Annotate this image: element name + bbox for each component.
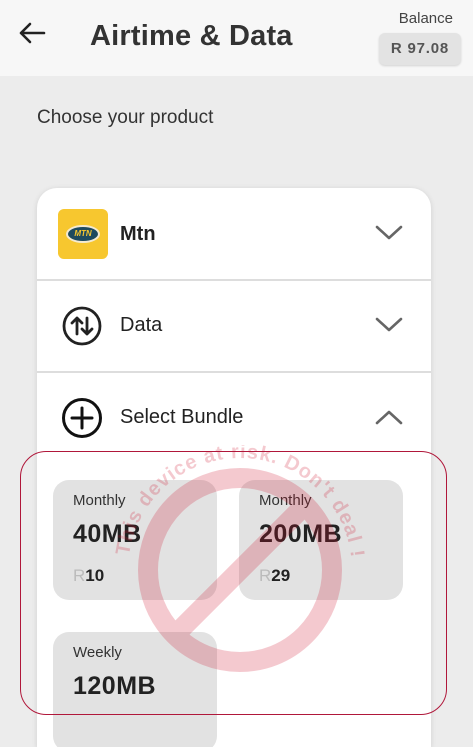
bundle-price: R10 bbox=[73, 566, 104, 586]
bundle-size: 200MB bbox=[259, 520, 343, 548]
network-label: Mtn bbox=[120, 223, 156, 245]
bundle-option-40mb[interactable]: Monthly 40MB R10 bbox=[53, 480, 217, 600]
section-heading: Choose your product bbox=[37, 107, 214, 128]
bundle-period: Weekly bbox=[73, 644, 122, 661]
bundle-option-120mb[interactable]: Weekly 120MB bbox=[53, 632, 217, 747]
bundle-size: 120MB bbox=[73, 672, 157, 700]
balance-label: Balance bbox=[398, 10, 453, 27]
app-header: Airtime & Data Balance R 97.08 bbox=[0, 0, 473, 76]
product-type-selector[interactable]: Data bbox=[37, 280, 431, 372]
product-type-label: Data bbox=[120, 314, 163, 336]
bundle-selector-label: Select Bundle bbox=[120, 406, 244, 428]
swap-vertical-icon bbox=[62, 306, 102, 346]
bundle-period: Monthly bbox=[73, 492, 126, 509]
bundle-size: 40MB bbox=[73, 520, 142, 548]
mtn-logo: MTN bbox=[58, 209, 108, 259]
bundle-price-value: 29 bbox=[271, 566, 291, 585]
bundle-list: Monthly 40MB R10 Monthly 200MB R29 Weekl… bbox=[37, 464, 431, 747]
bundle-selector[interactable]: Select Bundle bbox=[37, 372, 431, 464]
bundle-option-200mb[interactable]: Monthly 200MB R29 bbox=[239, 480, 403, 600]
plus-circle-icon bbox=[62, 398, 102, 438]
chevron-up-icon bbox=[375, 410, 403, 425]
bundle-price: R29 bbox=[259, 566, 290, 586]
balance-value: R 97.08 bbox=[379, 33, 461, 65]
currency-symbol: R bbox=[259, 566, 272, 585]
product-card: MTN Mtn Data Select Bundle Monthly 40MB … bbox=[37, 188, 431, 747]
mtn-logo-text: MTN bbox=[74, 229, 92, 238]
bundle-price-value: 10 bbox=[85, 566, 105, 585]
page-title: Airtime & Data bbox=[90, 20, 293, 52]
bundle-period: Monthly bbox=[259, 492, 312, 509]
arrow-left-icon[interactable] bbox=[18, 22, 46, 44]
chevron-down-icon bbox=[375, 225, 403, 240]
currency-symbol: R bbox=[73, 566, 86, 585]
network-selector[interactable]: MTN Mtn bbox=[37, 188, 431, 280]
chevron-down-icon bbox=[375, 317, 403, 332]
